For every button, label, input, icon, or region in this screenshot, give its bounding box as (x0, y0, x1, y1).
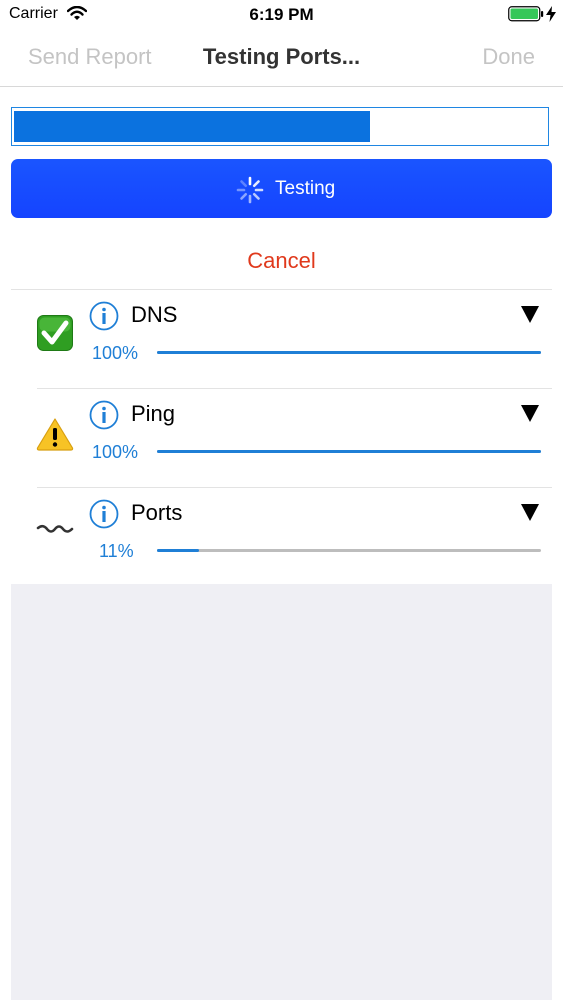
page-title: Testing Ports... (202, 44, 361, 69)
chevron-down-icon[interactable] (521, 405, 539, 422)
navigation-bar: Send Report Testing Ports... Done (0, 30, 563, 87)
testing-button-label: Testing (275, 178, 336, 199)
test-row-ping[interactable]: Ping 100% (0, 389, 563, 487)
testing-button[interactable]: Testing (11, 159, 552, 218)
spinner-icon (236, 176, 264, 210)
status-bar: Carrier 6:19 PM (0, 0, 563, 30)
test-progress-bar (157, 450, 541, 453)
done-button[interactable]: Done (482, 44, 535, 70)
info-icon[interactable] (89, 400, 119, 435)
overall-progress-fill (14, 111, 371, 142)
info-icon[interactable] (89, 499, 119, 534)
percent-label: 11% (99, 541, 134, 561)
overall-progress-bar (11, 107, 549, 146)
test-name-label: Ports (131, 500, 183, 525)
chevron-down-icon[interactable] (521, 504, 539, 521)
percent-label: 100% (92, 442, 139, 462)
charging-bolt-icon (546, 6, 556, 27)
results-panel (11, 584, 552, 1000)
test-row-ports[interactable]: Ports 11% (0, 488, 563, 586)
test-progress-bar (157, 549, 541, 552)
test-progress-fill (157, 549, 200, 552)
cancel-button[interactable]: Cancel (0, 248, 563, 274)
check-icon (37, 315, 73, 356)
chevron-down-icon[interactable] (521, 306, 539, 323)
test-progress-fill (157, 351, 541, 354)
wave-icon (36, 523, 74, 542)
test-row-dns[interactable]: DNS 100% (0, 290, 563, 388)
test-name-label: Ping (131, 401, 176, 426)
test-progress-fill (157, 450, 541, 453)
clock: 6:19 PM (249, 5, 314, 24)
battery-icon (508, 6, 544, 27)
warning-icon (36, 417, 74, 456)
test-progress-bar (157, 351, 541, 354)
percent-label: 100% (92, 343, 139, 363)
info-icon[interactable] (89, 301, 119, 336)
test-name-label: DNS (131, 302, 178, 327)
